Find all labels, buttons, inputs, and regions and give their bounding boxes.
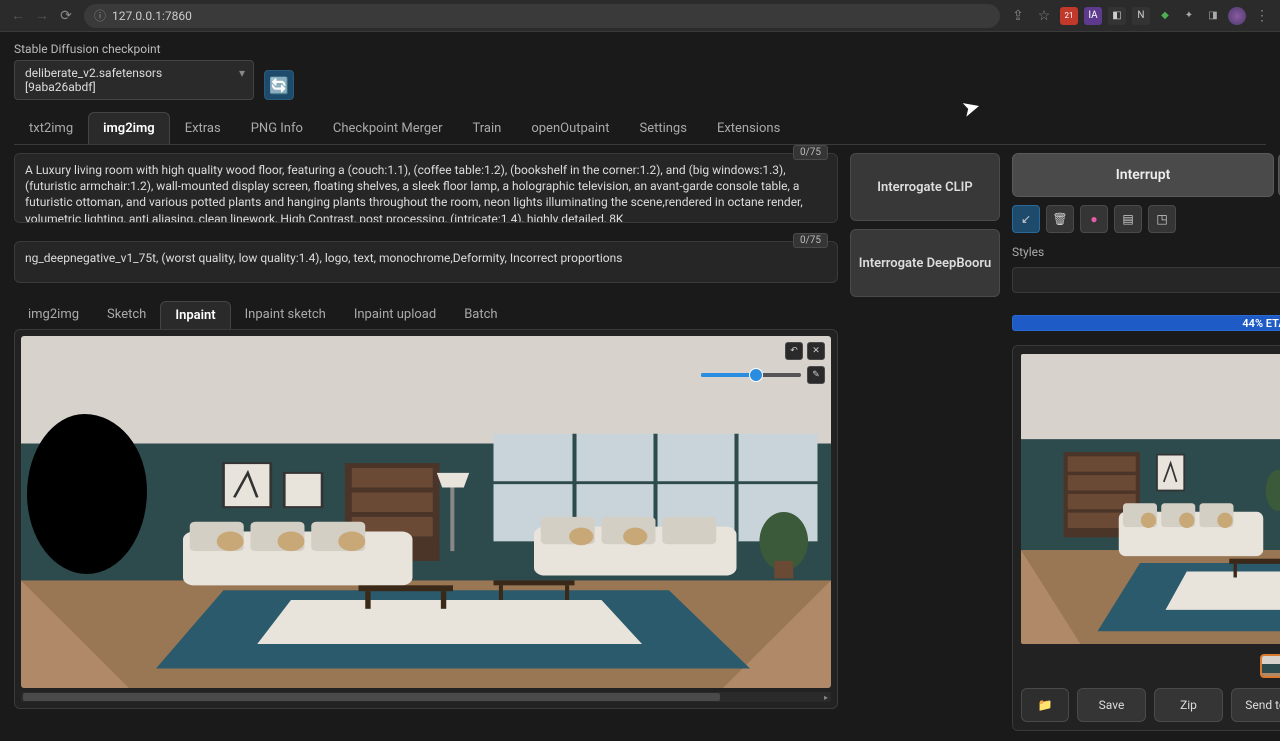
extension-icon-2[interactable]: IA [1084, 7, 1102, 25]
checkpoint-label: Stable Diffusion checkpoint [14, 42, 254, 56]
tab-extensions[interactable]: Extensions [702, 112, 795, 144]
frame-icon: ◳ [1156, 212, 1167, 226]
url-bar[interactable]: ⓘ 127.0.0.1:7860 [84, 4, 1000, 28]
folder-icon: 📁 [1038, 698, 1053, 712]
bookmark-icon[interactable]: ☆ [1034, 6, 1054, 26]
arrow-icon: ↙ [1021, 212, 1031, 226]
inpaint-canvas[interactable]: ↶ ✕ ✎ [21, 336, 831, 688]
menu-icon[interactable]: ⋮ [1252, 6, 1272, 26]
send-to-button-1[interactable]: Send to [1231, 688, 1280, 722]
tab-settings[interactable]: Settings [624, 112, 701, 144]
negative-prompt-input[interactable] [14, 241, 838, 283]
interrogate-deepbooru-button[interactable]: Interrogate DeepBooru [850, 229, 1000, 297]
extensions-puzzle-icon[interactable]: ✦ [1180, 7, 1198, 25]
interrogate-clip-button[interactable]: Interrogate CLIP [850, 153, 1000, 221]
img2img-sub-tabs: img2img Sketch Inpaint Inpaint sketch In… [14, 301, 838, 329]
subtab-img2img[interactable]: img2img [14, 301, 93, 329]
negative-token-count: 0/75 [793, 233, 828, 248]
tab-extras[interactable]: Extras [170, 112, 236, 144]
output-panel: ✕ [1012, 345, 1280, 731]
output-thumbnail[interactable] [1260, 654, 1280, 678]
clear-canvas-button[interactable]: ✕ [807, 342, 825, 360]
tool-btn-3[interactable]: ● [1080, 205, 1108, 233]
inpaint-canvas-panel: ↶ ✕ ✎ ◂ ▸ [14, 329, 838, 709]
subtab-batch[interactable]: Batch [450, 301, 511, 329]
brush-size-slider[interactable] [701, 373, 801, 377]
canvas-hscrollbar[interactable]: ◂ ▸ [21, 692, 831, 702]
refresh-icon: 🔄 [269, 76, 289, 95]
extension-icon-4[interactable]: N [1132, 7, 1150, 25]
output-image[interactable] [1021, 354, 1280, 644]
browser-chrome: ← → ⟳ ⓘ 127.0.0.1:7860 ⇪ ☆ 21 IA ◧ N ◆ ✦… [0, 0, 1280, 32]
url-text: 127.0.0.1:7860 [112, 9, 192, 23]
tool-btn-5[interactable]: ◳ [1148, 205, 1176, 233]
zip-button[interactable]: Zip [1154, 688, 1223, 722]
tab-openoutpaint[interactable]: openOutpaint [516, 112, 624, 144]
interrupt-button[interactable]: Interrupt [1012, 153, 1274, 197]
refresh-checkpoint-button[interactable]: 🔄 [264, 70, 294, 100]
tool-btn-4[interactable]: ▤ [1114, 205, 1142, 233]
card-icon: ▤ [1122, 212, 1133, 226]
tool-btn-1[interactable]: ↙ [1012, 205, 1040, 233]
checkpoint-select[interactable]: deliberate_v2.safetensors [9aba26abdf] [14, 60, 254, 100]
tab-pnginfo[interactable]: PNG Info [236, 112, 318, 144]
save-button[interactable]: Save [1077, 688, 1146, 722]
trash-icon: 🗑 [1052, 212, 1067, 226]
profile-avatar[interactable] [1228, 7, 1246, 25]
progress-bar: 44% ETA: 13s [1012, 315, 1280, 331]
tab-txt2img[interactable]: txt2img [14, 112, 88, 144]
tab-img2img[interactable]: img2img [88, 112, 170, 144]
forward-button[interactable]: → [32, 6, 52, 26]
subtab-sketch[interactable]: Sketch [93, 301, 160, 329]
styles-label: Styles [1012, 245, 1280, 259]
extension-icon-1[interactable]: 21 [1060, 7, 1078, 25]
undo-button[interactable]: ↶ [785, 342, 803, 360]
subtab-inpaint[interactable]: Inpaint [160, 301, 230, 329]
subtab-inpaint-upload[interactable]: Inpaint upload [340, 301, 450, 329]
reload-button[interactable]: ⟳ [56, 6, 76, 26]
tab-train[interactable]: Train [458, 112, 517, 144]
styles-select[interactable]: × ▾ [1012, 267, 1280, 293]
extension-icon-3[interactable]: ◧ [1108, 7, 1126, 25]
site-info-icon[interactable]: ⓘ [94, 7, 106, 24]
open-folder-button[interactable]: 📁 [1021, 688, 1069, 722]
share-icon[interactable]: ⇪ [1008, 6, 1028, 26]
inpaint-mask-blob [27, 414, 147, 574]
positive-token-count: 0/75 [793, 145, 828, 160]
main-tabs: txt2img img2img Extras PNG Info Checkpoi… [14, 112, 1266, 145]
subtab-inpaint-sketch[interactable]: Inpaint sketch [231, 301, 340, 329]
sidepanel-icon[interactable]: ◨ [1204, 7, 1222, 25]
brush-tool-button[interactable]: ✎ [807, 366, 825, 384]
tab-checkpoint-merger[interactable]: Checkpoint Merger [318, 112, 458, 144]
positive-prompt-input[interactable] [14, 153, 838, 223]
extension-icon-5[interactable]: ◆ [1156, 7, 1174, 25]
pink-dot-icon: ● [1090, 212, 1097, 226]
tool-btn-2[interactable]: 🗑 [1046, 205, 1074, 233]
back-button[interactable]: ← [8, 6, 28, 26]
